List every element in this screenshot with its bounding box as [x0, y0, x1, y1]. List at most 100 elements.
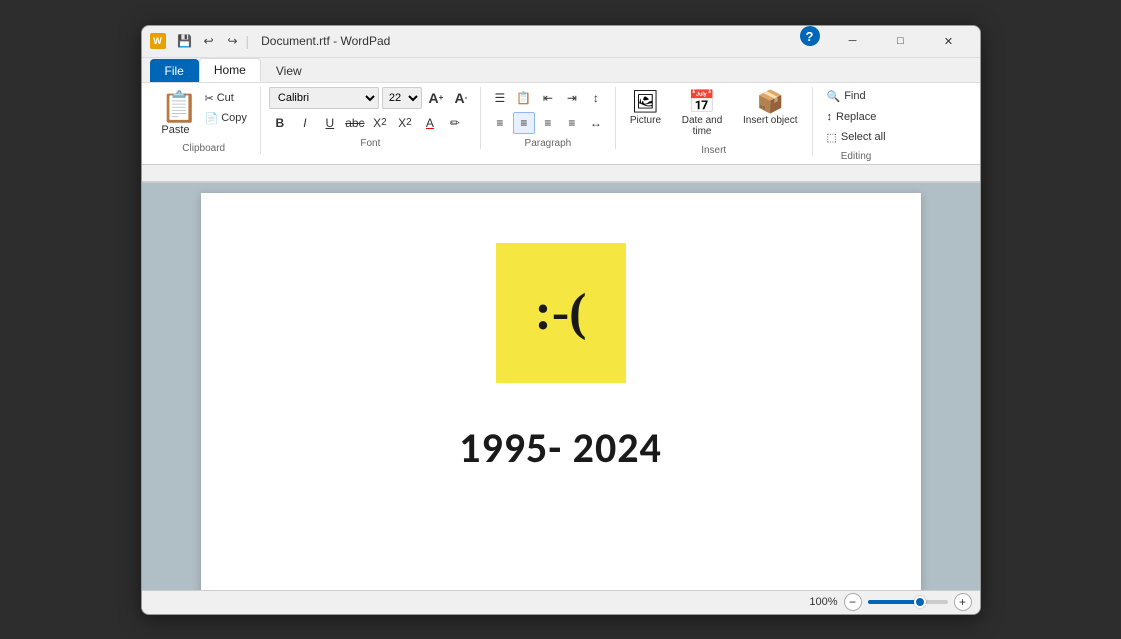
align-right-button[interactable]: ≡	[537, 112, 559, 134]
window-controls: ? ─ □ ✕	[800, 26, 972, 56]
underline-button[interactable]: U	[319, 112, 341, 134]
zoom-out-button[interactable]: −	[844, 593, 862, 611]
copy-label: Copy	[221, 112, 247, 124]
font-size-select[interactable]: 22	[382, 87, 422, 109]
replace-label: Replace	[836, 111, 876, 123]
subscript-button[interactable]: X2	[369, 112, 391, 134]
zoom-slider-thumb	[914, 596, 926, 608]
tab-file[interactable]: File	[150, 59, 199, 82]
direction-button[interactable]: ↔	[585, 112, 607, 134]
redo-quick-button[interactable]: ↪	[222, 30, 244, 52]
status-bar: 100% − +	[142, 590, 980, 614]
picture-label: Picture	[630, 115, 661, 126]
insert-group-label: Insert	[701, 145, 726, 156]
line-spacing-button[interactable]: ↕	[585, 87, 607, 109]
para-row2: ≡ ≡ ≡ ≡ ↔	[489, 112, 607, 134]
title-bar: W 💾 ↩ ↪ | Document.rtf - WordPad ? ─ □ ✕	[142, 26, 980, 58]
find-label: Find	[844, 90, 865, 102]
ruler: // we'll draw tick marks via CSS-generat…	[142, 165, 980, 183]
app-icon: W	[150, 33, 166, 49]
maximize-button[interactable]: □	[878, 26, 924, 56]
para-row1: ☰ 📋 ⇤ ⇥ ↕	[489, 87, 607, 109]
ribbon-tabs: File Home View	[142, 58, 980, 83]
ribbon: 📋 Paste ✂ Cut 📄 Copy Clipboard	[142, 83, 980, 165]
tab-view[interactable]: View	[261, 59, 317, 82]
undo-quick-button[interactable]: ↩	[198, 30, 220, 52]
replace-icon: ↕	[827, 111, 833, 123]
select-all-label: Select all	[841, 131, 886, 143]
document-page[interactable]: :-( 1995- 2024	[201, 193, 921, 590]
document-area: :-( 1995- 2024	[142, 183, 980, 590]
insert-object-button[interactable]: 📦 Insert object	[737, 87, 803, 130]
picture-button[interactable]: 🖼 Picture	[624, 87, 667, 130]
close-button[interactable]: ✕	[926, 26, 972, 56]
editing-group: 🔍 Find ↕ Replace ⬚ Select all Editing	[813, 87, 900, 162]
italic-button[interactable]: I	[294, 112, 316, 134]
datetime-icon: 📅	[688, 91, 715, 113]
superscript-button[interactable]: X2	[394, 112, 416, 134]
datetime-label: Date and time	[677, 115, 727, 137]
clipboard-content: 📋 Paste ✂ Cut 📄 Copy	[156, 87, 252, 139]
font-group-label: Font	[360, 138, 380, 149]
zoom-level: 100%	[809, 596, 837, 608]
align-center-button[interactable]: ≡	[513, 112, 535, 134]
numbering-button[interactable]: 📋	[513, 87, 535, 109]
paragraph-group-label: Paragraph	[525, 138, 572, 149]
paragraph-group: ☰ 📋 ⇤ ⇥ ↕ ≡ ≡ ≡ ≡ ↔ Paragraph	[481, 87, 616, 149]
zoom-slider-track	[868, 600, 916, 604]
paste-label: Paste	[161, 124, 189, 136]
title-bar-left: W 💾 ↩ ↪ | Document.rtf - WordPad	[150, 30, 391, 52]
find-button[interactable]: 🔍 Find	[821, 87, 872, 106]
document-main-text: 1995- 2024	[459, 423, 662, 474]
bold-button[interactable]: B	[269, 112, 291, 134]
clipboard-group-label: Clipboard	[182, 143, 225, 154]
zoom-slider[interactable]	[868, 600, 948, 604]
copy-icon: 📄	[205, 112, 219, 125]
highlight-button[interactable]: ✏	[444, 112, 466, 134]
strikethrough-button[interactable]: abc	[344, 112, 366, 134]
wordpad-window: W 💾 ↩ ↪ | Document.rtf - WordPad ? ─ □ ✕…	[141, 25, 981, 615]
font-shrink-button[interactable]: A-	[450, 87, 472, 109]
paste-button[interactable]: 📋 Paste	[156, 87, 196, 139]
document-image: :-(	[496, 243, 626, 383]
copy-button[interactable]: 📄 Copy	[200, 109, 252, 128]
help-button[interactable]: ?	[800, 26, 820, 46]
indent-decrease-button[interactable]: ⇤	[537, 87, 559, 109]
save-quick-button[interactable]: 💾	[174, 30, 196, 52]
insert-object-icon: 📦	[757, 91, 784, 113]
insert-object-label: Insert object	[743, 115, 797, 126]
select-all-icon: ⬚	[827, 131, 837, 144]
font-grow-button[interactable]: A+	[425, 87, 447, 109]
zoom-in-button[interactable]: +	[954, 593, 972, 611]
cut-label: Cut	[217, 92, 234, 104]
paragraph-content: ☰ 📋 ⇤ ⇥ ↕ ≡ ≡ ≡ ≡ ↔	[489, 87, 607, 134]
font-group: Calibri 22 A+ A- B I U abc X2 X2 A ✏	[261, 87, 481, 149]
image-content: :-(	[535, 283, 587, 342]
font-content: Calibri 22 A+ A- B I U abc X2 X2 A ✏	[269, 87, 472, 134]
replace-button[interactable]: ↕ Replace	[821, 108, 883, 126]
font-family-select[interactable]: Calibri	[269, 87, 379, 109]
ruler-svg: // we'll draw tick marks via CSS-generat…	[142, 165, 980, 182]
clipboard-mini-buttons: ✂ Cut 📄 Copy	[200, 89, 252, 128]
indent-increase-button[interactable]: ⇥	[561, 87, 583, 109]
clipboard-group: 📋 Paste ✂ Cut 📄 Copy Clipboard	[148, 87, 261, 154]
picture-icon: 🖼	[631, 91, 659, 113]
font-color-button[interactable]: A	[419, 112, 441, 134]
window-title: Document.rtf - WordPad	[261, 34, 390, 48]
paste-icon: 📋	[161, 90, 191, 122]
find-icon: 🔍	[827, 90, 841, 103]
editing-group-label: Editing	[841, 151, 872, 162]
select-all-button[interactable]: ⬚ Select all	[821, 128, 892, 147]
align-left-button[interactable]: ≡	[489, 112, 511, 134]
qa-separator: |	[246, 33, 250, 49]
cut-button[interactable]: ✂ Cut	[200, 89, 252, 108]
justify-button[interactable]: ≡	[561, 112, 583, 134]
minimize-button[interactable]: ─	[830, 26, 876, 56]
bullets-button[interactable]: ☰	[489, 87, 511, 109]
datetime-button[interactable]: 📅 Date and time	[671, 87, 733, 141]
insert-content: 🖼 Picture 📅 Date and time 📦 Insert objec…	[624, 87, 804, 141]
insert-group: 🖼 Picture 📅 Date and time 📦 Insert objec…	[616, 87, 813, 156]
cut-icon: ✂	[205, 92, 214, 105]
font-row2: B I U abc X2 X2 A ✏	[269, 112, 466, 134]
tab-home[interactable]: Home	[199, 58, 261, 82]
